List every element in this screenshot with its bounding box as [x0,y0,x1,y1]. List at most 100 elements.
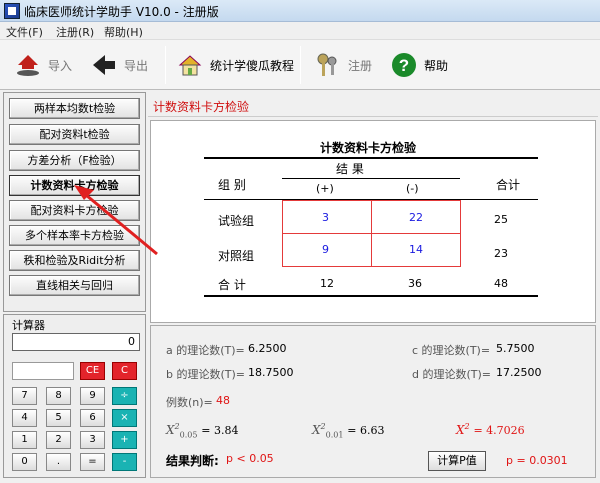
tutorial-label: 统计学傻瓜教程 [210,58,295,73]
neg-header: (-) [406,182,419,195]
keys-icon [317,53,337,76]
export-label: 导出 [124,58,149,73]
expected-d-value: 17.2500 [496,366,542,379]
chi-square-button[interactable]: 计数资料卡方检验 [9,175,140,196]
paired-chi-square-button[interactable]: 配对资料卡方检验 [9,200,140,221]
help-label: 帮助 [424,58,449,73]
expected-a-label: a 的理论数(T)= [166,344,245,357]
result-header-rule [282,178,460,179]
sample-size-value: 48 [216,394,230,407]
cell-c-value[interactable]: 9 [322,243,329,256]
test-menu-panel: 两样本均数t检验 配对资料t检验 方差分析（F检验） 计数资料卡方检验 配对资料… [3,92,146,312]
calc-key-6[interactable]: 6 [80,409,105,427]
svg-text:?: ? [399,56,409,75]
cell-b-value[interactable]: 22 [409,211,423,224]
expected-c-label: c 的理论数(T)= [412,344,491,357]
toolbar: 导入 导出 统计学傻瓜教程 注册 ? 帮助 [0,40,600,90]
calc-key-0[interactable]: 0 [12,453,37,471]
result-header: 结 果 [336,162,364,176]
expected-d-label: d 的理论数(T)= [412,368,491,381]
two-sample-t-test-button[interactable]: 两样本均数t检验 [9,98,140,119]
table-title: 计数资料卡方检验 [320,141,417,155]
menu-bar: 文件(F) 注册(R) 帮助(H) [0,22,600,40]
calc-decimal-button[interactable]: . [46,453,71,471]
calc-key-5[interactable]: 5 [46,409,71,427]
paired-t-test-button[interactable]: 配对资料t检验 [9,124,140,145]
group-header: 组 别 [218,178,246,192]
chi-square-value: = 4.7026 [473,424,525,437]
multi-rate-chi-square-button[interactable]: 多个样本率卡方检验 [9,225,140,246]
conclusion-value: p < 0.05 [226,452,274,465]
house-icon [178,55,202,76]
p-value: p = 0.0301 [506,454,568,467]
chi-superscript: 2 [464,422,470,431]
calc-plus-button[interactable]: + [112,431,137,449]
calc-key-2[interactable]: 2 [46,431,71,449]
calculator-display: 0 [12,333,140,351]
export-arrow-icon [93,55,115,75]
sample-size-label: 例数(n)= [166,396,213,409]
menu-register[interactable]: 注册(R) [56,24,94,40]
expected-a-value: 6.2500 [248,342,287,355]
calc-key-3[interactable]: 3 [80,431,105,449]
cell-d-value[interactable]: 14 [409,243,423,256]
cell-a-value[interactable]: 3 [322,211,329,224]
calc-key-4[interactable]: 4 [12,409,37,427]
import-icon [17,55,39,76]
chi-symbol: X [456,423,465,437]
chi-critical-01: X20.01 = 6.63 [312,422,385,439]
calc-p-button[interactable]: 计算P值 [428,451,486,471]
menu-file[interactable]: 文件(F) [6,24,43,40]
calc-minus-button[interactable]: - [112,453,137,471]
chi-subscript: 0.01 [325,430,344,440]
chi-critical-05-value: = 3.84 [201,424,239,437]
import-button[interactable]: 导入 [14,46,72,84]
chi-symbol: X [166,423,175,437]
help-question-icon: ? [392,53,416,77]
calc-key-1[interactable]: 1 [12,431,37,449]
expected-c-value: 5.7500 [496,342,535,355]
chi-critical-05: X20.05 = 3.84 [166,422,239,439]
section-title: 计数资料卡方检验 [153,100,250,114]
rank-sum-ridit-button[interactable]: 秩和检验及Ridit分析 [9,250,140,271]
chi-square-statistic: X2 = 4.7026 [456,422,525,437]
calc-equals-button[interactable]: = [80,453,105,471]
register-label: 注册 [348,58,373,73]
calc-key-7[interactable]: 7 [12,387,37,405]
toolbar-separator [165,46,166,84]
calculator-panel: 计算器 0 CE C 7 8 9 ÷ 4 5 6 × 1 2 3 + 0 . =… [3,314,146,478]
pos-header: (+) [316,182,334,195]
chi-critical-01-value: = 6.63 [347,424,385,437]
window-title: 临床医师统计学助手 V10.0 - 注册版 [24,5,219,19]
calc-key-9[interactable]: 9 [80,387,105,405]
row-label-trial: 试验组 [218,214,255,228]
expected-b-value: 18.7500 [248,366,294,379]
calc-divide-button[interactable]: ÷ [112,387,137,405]
chi-subscript: 0.05 [179,430,198,440]
section-header: 计数资料卡方检验 [148,95,598,117]
title-bar: 临床医师统计学助手 V10.0 - 注册版 [0,0,600,22]
toolbar-separator [300,46,301,84]
correlation-regression-button[interactable]: 直线相关与回归 [9,275,140,296]
calc-clear-button[interactable]: C [112,362,137,380]
register-button[interactable]: 注册 [314,46,372,84]
table-bottom-rule [204,295,538,297]
calc-ce-button[interactable]: CE [80,362,105,380]
app-icon [4,3,20,19]
export-button[interactable]: 导出 [90,46,148,84]
row-label-total: 合 计 [218,278,246,292]
calc-key-8[interactable]: 8 [46,387,71,405]
table-top-rule [204,157,538,159]
chi-symbol: X [312,423,321,437]
conclusion-label: 结果判断: [166,454,219,468]
row-total-control: 23 [494,247,508,260]
calc-multiply-button[interactable]: × [112,409,137,427]
row-total-trial: 25 [494,213,508,226]
anova-button[interactable]: 方差分析（F检验） [9,150,140,171]
total-header: 合计 [496,178,521,192]
grand-total: 48 [494,277,508,290]
menu-help[interactable]: 帮助(H) [104,24,143,40]
tutorial-button[interactable]: 统计学傻瓜教程 [176,46,294,84]
help-button[interactable]: ? 帮助 [390,46,448,84]
col-total-neg: 36 [408,277,422,290]
